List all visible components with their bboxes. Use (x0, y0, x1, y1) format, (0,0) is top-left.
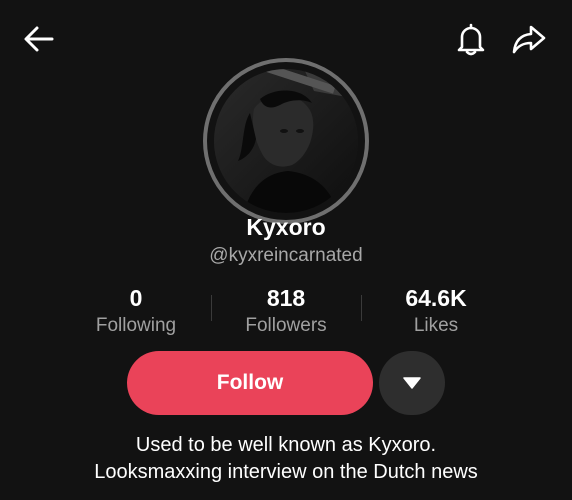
stat-following[interactable]: 0 Following (66, 283, 206, 339)
stat-value: 818 (266, 285, 306, 311)
bio: Used to be well known as Kyxoro. Looksma… (0, 432, 572, 486)
profile-screen: Kyxoro @kyxreincarnated 0 Following 818 … (0, 0, 572, 500)
avatar-ring[interactable] (203, 58, 369, 224)
share-arrow-icon (512, 25, 546, 54)
bio-line: Looksmaxxing interview on the Dutch news (94, 461, 478, 483)
share-button[interactable] (507, 17, 551, 61)
bio-line: Used to be well known as Kyxoro. (135, 434, 437, 456)
stat-value: 64.6K (405, 285, 467, 311)
caret-down-icon (403, 377, 421, 389)
profile-name: Kyxoro (246, 214, 326, 240)
profile-photo (214, 69, 358, 213)
avatar[interactable] (214, 69, 358, 213)
stat-label: Following (95, 315, 177, 336)
notifications-button[interactable] (449, 17, 493, 61)
more-options-button[interactable] (379, 351, 445, 415)
follow-button[interactable]: Follow (127, 351, 373, 415)
stat-likes[interactable]: 64.6K Likes (366, 283, 506, 339)
stats-row: 0 Following 818 Followers 64.6K Likes (0, 283, 572, 343)
stat-label: Followers (245, 315, 327, 336)
divider (211, 295, 212, 321)
back-button[interactable] (17, 17, 61, 61)
stat-value: 0 (129, 285, 143, 311)
stat-label: Likes (413, 315, 459, 336)
stat-followers[interactable]: 818 Followers (216, 283, 356, 339)
arrow-left-icon (24, 26, 54, 52)
bell-icon (457, 23, 485, 56)
profile-handle: @kyxreincarnated (209, 245, 363, 266)
divider (361, 295, 362, 321)
